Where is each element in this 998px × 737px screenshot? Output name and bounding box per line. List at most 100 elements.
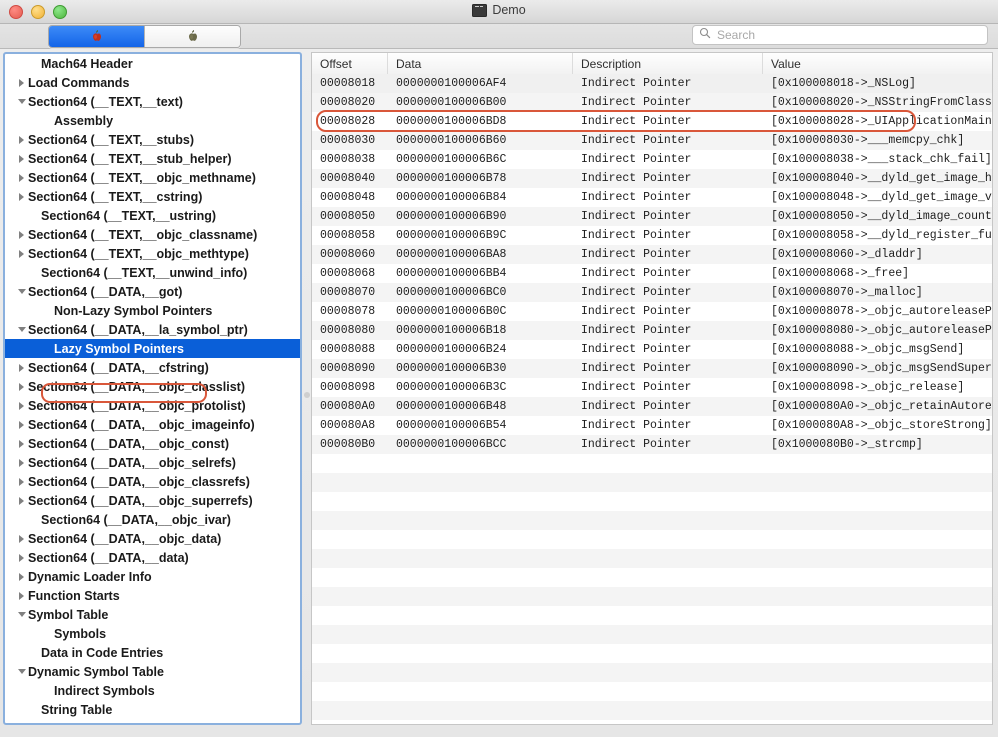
table-cell-data: 0000000100006B00 xyxy=(396,96,507,109)
table-body[interactable]: 00008018 0000000100006AF4 Indirect Pointer… xyxy=(312,74,992,724)
sidebar-item[interactable]: Non-Lazy Symbol Pointers xyxy=(5,301,300,320)
table-row[interactable]: 00008038 0000000100006B6C Indirect Pointer… xyxy=(312,150,992,169)
outline-tree[interactable]: Mach64 Header Load Commands Section64 (__T… xyxy=(5,54,300,723)
table-cell-offset: 00008020 xyxy=(320,96,376,109)
table-row[interactable]: 000080A0 0000000100006B48 Indirect Pointer… xyxy=(312,397,992,416)
sidebar-item[interactable]: Section64 (__DATA,__la_symbol_ptr) xyxy=(5,320,300,339)
sidebar-item[interactable]: Symbols xyxy=(5,624,300,643)
sidebar-item[interactable]: Section64 (__DATA,__objc_selrefs) xyxy=(5,453,300,472)
sidebar-item[interactable]: Section64 (__DATA,__objc_imageinfo) xyxy=(5,415,300,434)
sidebar-item[interactable]: Function Starts xyxy=(5,586,300,605)
chevron-right-icon[interactable] xyxy=(15,249,28,258)
table-row[interactable]: 00008098 0000000100006B3C Indirect Pointer… xyxy=(312,378,992,397)
table-row[interactable]: 00008088 0000000100006B24 Indirect Pointer… xyxy=(312,340,992,359)
sidebar-item[interactable]: Section64 (__DATA,__objc_classrefs) xyxy=(5,472,300,491)
sidebar-item[interactable]: String Table xyxy=(5,700,300,719)
sidebar-item[interactable]: Mach64 Header xyxy=(5,54,300,73)
chevron-right-icon[interactable] xyxy=(15,363,28,372)
sidebar-item[interactable]: Dynamic Symbol Table xyxy=(5,662,300,681)
sidebar-item[interactable]: Section64 (__TEXT,__text) xyxy=(5,92,300,111)
sidebar-item[interactable]: Lazy Symbol Pointers xyxy=(5,339,300,358)
sidebar-item[interactable]: Assembly xyxy=(5,111,300,130)
chevron-down-icon[interactable] xyxy=(15,99,28,104)
chevron-right-icon[interactable] xyxy=(15,401,28,410)
pane-splitter[interactable] xyxy=(302,52,311,725)
sidebar-item[interactable]: Section64 (__DATA,__objc_ivar) xyxy=(5,510,300,529)
sidebar-item[interactable]: Section64 (__DATA,__objc_data) xyxy=(5,529,300,548)
table-row[interactable]: 00008020 0000000100006B00 Indirect Pointer… xyxy=(312,93,992,112)
table-row[interactable]: 00008048 0000000100006B84 Indirect Pointer… xyxy=(312,188,992,207)
sidebar-item[interactable]: Section64 (__TEXT,__objc_methtype) xyxy=(5,244,300,263)
sidebar-item-label: Section64 (__TEXT,__objc_classname) xyxy=(28,227,258,242)
sidebar-item[interactable]: Section64 (__TEXT,__objc_methname) xyxy=(5,168,300,187)
chevron-right-icon[interactable] xyxy=(15,382,28,391)
table-row[interactable]: 00008018 0000000100006AF4 Indirect Pointer… xyxy=(312,74,992,93)
chevron-right-icon[interactable] xyxy=(15,591,28,600)
splitter-thumb[interactable] xyxy=(304,392,310,398)
sidebar-item[interactable]: Section64 (__TEXT,__unwind_info) xyxy=(5,263,300,282)
chevron-right-icon[interactable] xyxy=(15,154,28,163)
table-cell-data: 0000000100006B30 xyxy=(396,362,507,375)
sidebar-item[interactable]: Section64 (__DATA,__objc_protolist) xyxy=(5,396,300,415)
table-row[interactable]: 00008030 0000000100006B60 Indirect Pointer… xyxy=(312,131,992,150)
chevron-right-icon[interactable] xyxy=(15,420,28,429)
sidebar-item[interactable]: Section64 (__DATA,__objc_const) xyxy=(5,434,300,453)
sidebar-item[interactable]: Section64 (__DATA,__objc_superrefs) xyxy=(5,491,300,510)
sidebar-item[interactable]: Section64 (__TEXT,__stub_helper) xyxy=(5,149,300,168)
sidebar-item[interactable]: Section64 (__TEXT,__objc_classname) xyxy=(5,225,300,244)
column-header-offset[interactable]: Offset xyxy=(312,53,388,74)
sidebar-item[interactable]: Section64 (__DATA,__objc_classlist) xyxy=(5,377,300,396)
chevron-right-icon[interactable] xyxy=(15,534,28,543)
chevron-right-icon[interactable] xyxy=(15,458,28,467)
chevron-right-icon[interactable] xyxy=(15,496,28,505)
chevron-right-icon[interactable] xyxy=(15,192,28,201)
table-row[interactable]: 00008080 0000000100006B18 Indirect Pointer… xyxy=(312,321,992,340)
column-header-value[interactable]: Value xyxy=(763,53,992,74)
search-field[interactable] xyxy=(692,25,988,45)
chevron-right-icon[interactable] xyxy=(15,477,28,486)
chevron-right-icon[interactable] xyxy=(15,553,28,562)
table-row[interactable]: 00008050 0000000100006B90 Indirect Pointer… xyxy=(312,207,992,226)
sidebar-item[interactable]: Dynamic Loader Info xyxy=(5,567,300,586)
sidebar-item[interactable]: Section64 (__DATA,__data) xyxy=(5,548,300,567)
chevron-right-icon[interactable] xyxy=(15,78,28,87)
sidebar-item[interactable]: Symbol Table xyxy=(5,605,300,624)
table-row[interactable]: 00008068 0000000100006BB4 Indirect Pointer… xyxy=(312,264,992,283)
view-mode-segmented-control[interactable] xyxy=(48,25,241,48)
table-row[interactable]: 00008078 0000000100006B0C Indirect Pointer… xyxy=(312,302,992,321)
sidebar-item[interactable]: Indirect Symbols xyxy=(5,681,300,700)
table-cell-description: Indirect Pointer xyxy=(581,381,692,394)
chevron-down-icon[interactable] xyxy=(15,289,28,294)
sidebar-item[interactable]: Load Commands xyxy=(5,73,300,92)
sidebar-item[interactable]: Section64 (__DATA,__got) xyxy=(5,282,300,301)
table-row[interactable]: 00008090 0000000100006B30 Indirect Pointer… xyxy=(312,359,992,378)
sidebar-item[interactable]: Section64 (__TEXT,__ustring) xyxy=(5,206,300,225)
outline-sidebar[interactable]: Mach64 Header Load Commands Section64 (__T… xyxy=(3,52,302,725)
chevron-right-icon[interactable] xyxy=(15,230,28,239)
search-input[interactable] xyxy=(715,27,981,43)
table-row[interactable]: 00008040 0000000100006B78 Indirect Pointer… xyxy=(312,169,992,188)
sidebar-item[interactable]: Section64 (__TEXT,__stubs) xyxy=(5,130,300,149)
column-header-description[interactable]: Description xyxy=(573,53,763,74)
sidebar-item[interactable]: Section64 (__TEXT,__cstring) xyxy=(5,187,300,206)
dark-apple-tab[interactable] xyxy=(144,26,240,47)
table-row[interactable]: 000080A8 0000000100006B54 Indirect Pointer… xyxy=(312,416,992,435)
chevron-down-icon[interactable] xyxy=(15,612,28,617)
chevron-down-icon[interactable] xyxy=(15,669,28,674)
chevron-right-icon[interactable] xyxy=(15,439,28,448)
table-row[interactable]: 00008028 0000000100006BD8 Indirect Pointer… xyxy=(312,112,992,131)
details-table[interactable]: Offset Data Description Value 00008018 00000… xyxy=(311,52,993,725)
table-row[interactable]: 00008058 0000000100006B9C Indirect Pointer… xyxy=(312,226,992,245)
chevron-right-icon[interactable] xyxy=(15,572,28,581)
table-row[interactable]: 00008060 0000000100006BA8 Indirect Pointer… xyxy=(312,245,992,264)
sidebar-item-label: Section64 (__DATA,__cfstring) xyxy=(28,360,209,375)
red-apple-tab[interactable] xyxy=(49,26,144,47)
chevron-down-icon[interactable] xyxy=(15,327,28,332)
chevron-right-icon[interactable] xyxy=(15,173,28,182)
chevron-right-icon[interactable] xyxy=(15,135,28,144)
table-row[interactable]: 00008070 0000000100006BC0 Indirect Pointer… xyxy=(312,283,992,302)
sidebar-item[interactable]: Data in Code Entries xyxy=(5,643,300,662)
table-row[interactable]: 000080B0 0000000100006BCC Indirect Pointer… xyxy=(312,435,992,454)
sidebar-item[interactable]: Section64 (__DATA,__cfstring) xyxy=(5,358,300,377)
column-header-data[interactable]: Data xyxy=(388,53,573,74)
